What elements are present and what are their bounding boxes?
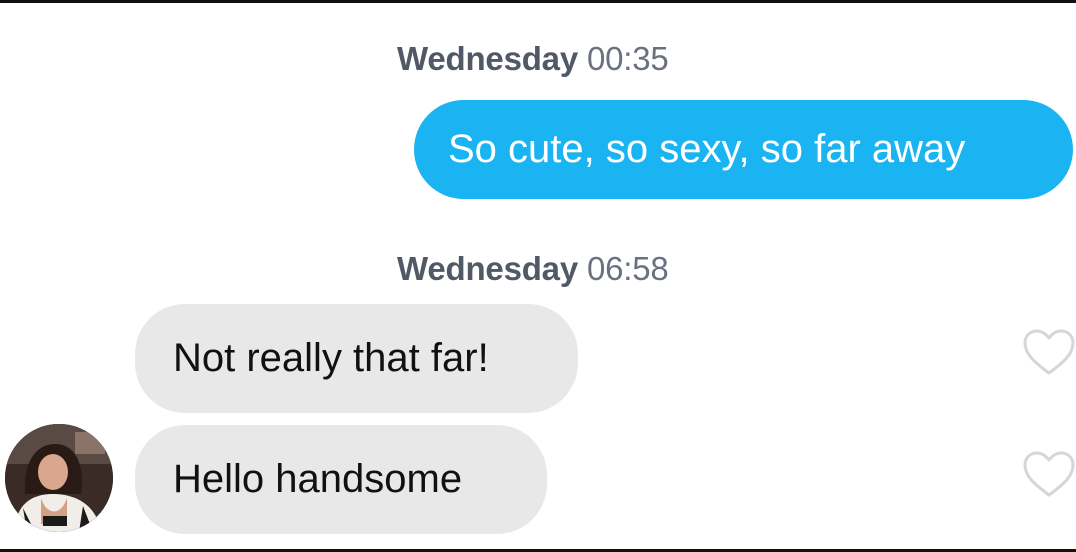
timestamp-1: Wednesday 00:35 xyxy=(397,40,669,78)
timestamp-1-time: 00:35 xyxy=(586,40,669,77)
outgoing-message-bubble[interactable]: So cute, so sexy, so far away xyxy=(414,100,1073,199)
top-divider xyxy=(0,0,1076,3)
timestamp-2-day: Wednesday xyxy=(397,250,578,287)
timestamp-1-day: Wednesday xyxy=(397,40,578,77)
incoming-message-bubble-1[interactable]: Not really that far! xyxy=(135,304,578,413)
incoming-message-text-2: Hello handsome xyxy=(173,457,463,501)
avatar[interactable] xyxy=(5,424,113,532)
incoming-message-text-1: Not really that far! xyxy=(173,336,489,380)
heart-outline-icon[interactable] xyxy=(1022,450,1076,498)
heart-outline-icon[interactable] xyxy=(1022,328,1076,376)
timestamp-2: Wednesday 06:58 xyxy=(397,250,669,288)
incoming-message-bubble-2[interactable]: Hello handsome xyxy=(135,425,547,534)
avatar-photo xyxy=(5,424,113,532)
outgoing-message-text: So cute, so sexy, so far away xyxy=(448,127,966,171)
timestamp-2-time: 06:58 xyxy=(586,250,669,287)
